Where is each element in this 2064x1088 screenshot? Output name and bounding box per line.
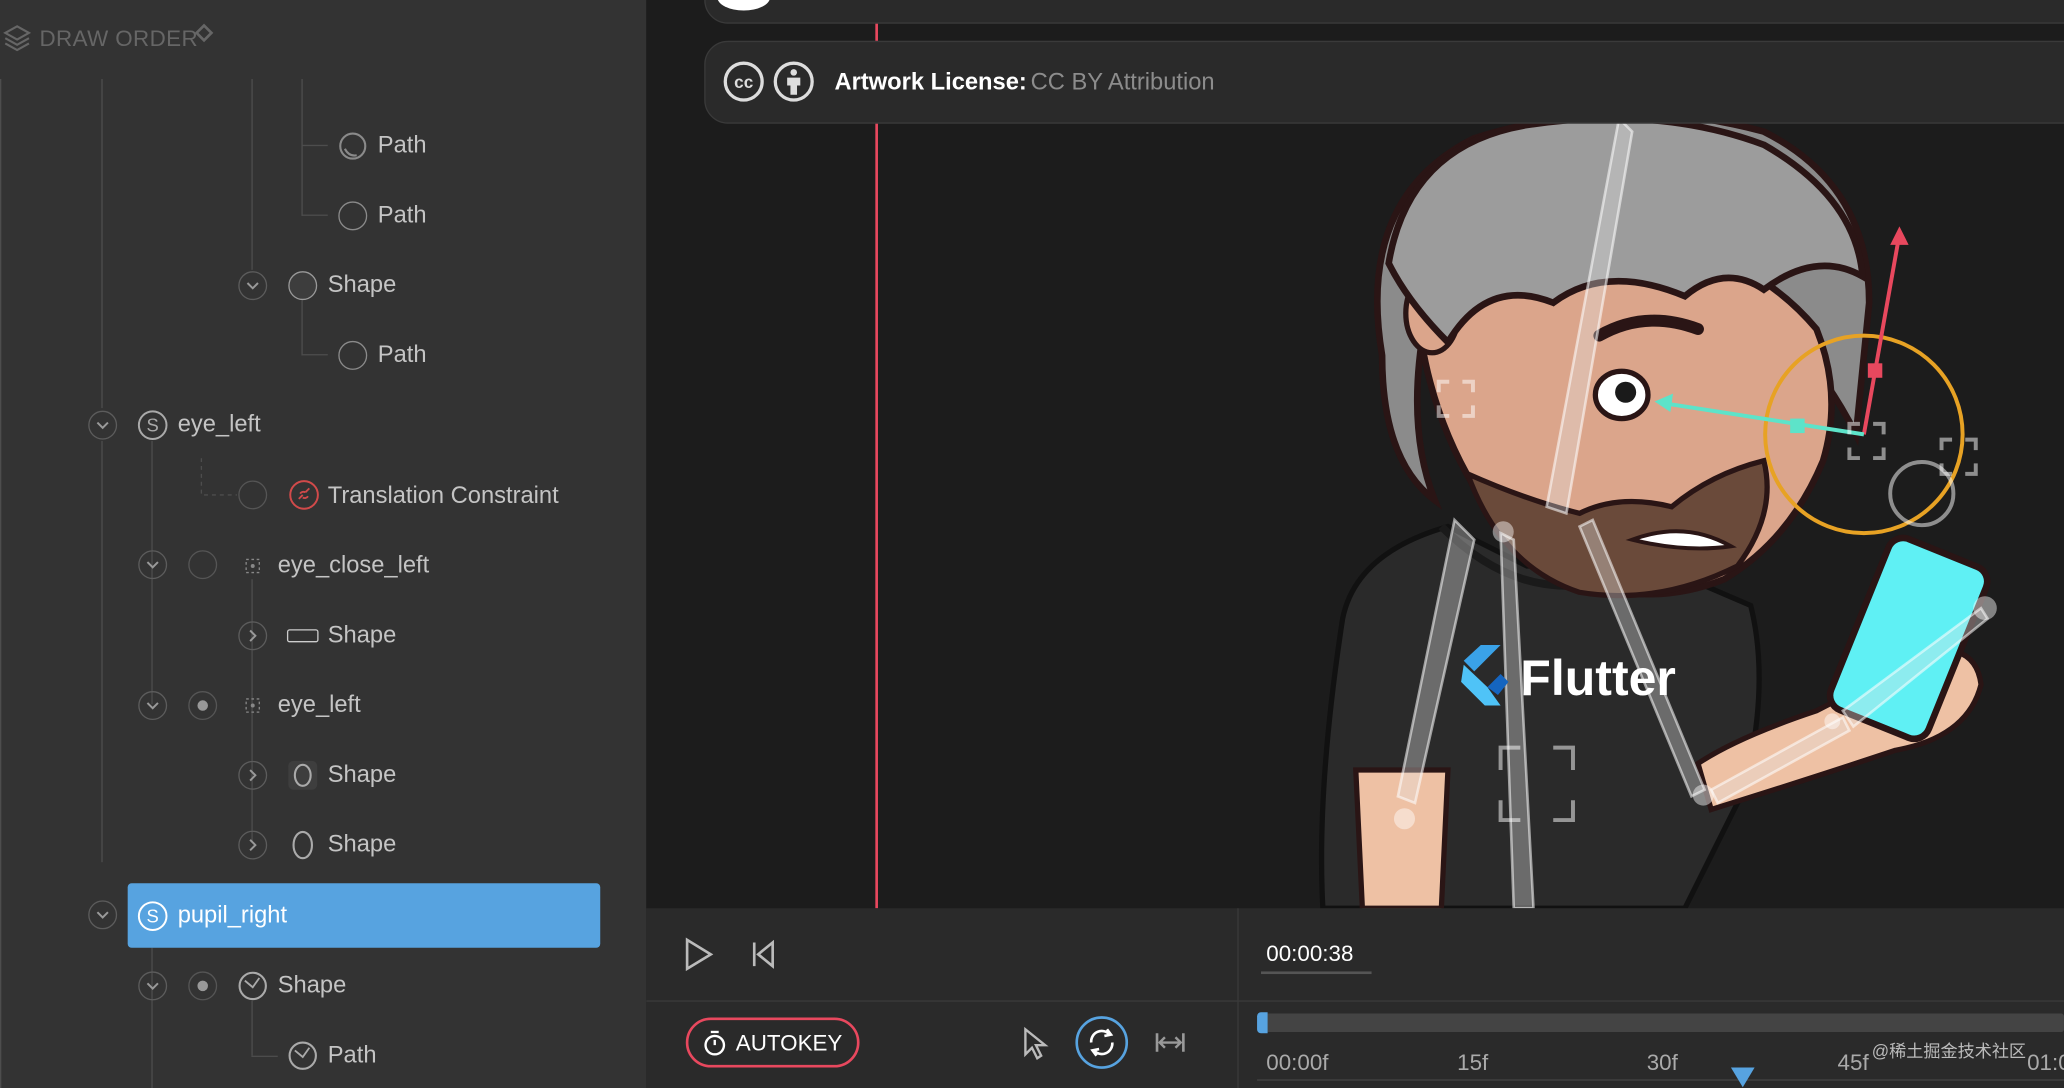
draw-order-title: DRAW ORDER — [39, 26, 199, 52]
collapse-toggle-icon[interactable] — [88, 900, 118, 930]
dashed-link — [200, 458, 237, 496]
cc-icon-text: cc — [734, 73, 754, 92]
solo-icon: S — [137, 409, 169, 447]
app-root: DRAW ORDER Path Path Shape Path S eye_le… — [0, 0, 2064, 1088]
tree-guide — [251, 1000, 253, 1056]
visibility-toggle[interactable] — [188, 691, 218, 721]
tree-label: Shape — [327, 830, 397, 857]
license-value[interactable]: CC BY Attribution — [1031, 68, 1215, 96]
loop-toggle-icon[interactable] — [1075, 1016, 1129, 1069]
tree-guide — [251, 1055, 278, 1057]
tree-label: Translation Constraint — [327, 481, 559, 509]
ruler-tick: 15f — [1457, 1050, 1489, 1076]
rectangle-shape-icon — [286, 629, 319, 643]
path-icon — [339, 132, 367, 160]
play-icon[interactable] — [683, 937, 715, 978]
autokey-button[interactable]: AUTOKEY — [685, 1017, 860, 1068]
autokey-label: AUTOKEY — [735, 1030, 843, 1056]
hierarchy-panel: DRAW ORDER Path Path Shape Path S eye_le… — [0, 0, 647, 1088]
tree-guide — [251, 78, 253, 270]
attribution-icon — [773, 61, 815, 110]
app-scale: DRAW ORDER Path Path Shape Path S eye_le… — [0, 0, 2064, 1088]
tree-label: Path — [377, 131, 427, 158]
tree-label: Path — [327, 1041, 377, 1068]
tree-label: Shape — [327, 621, 397, 648]
svg-text:S: S — [147, 415, 159, 436]
timeline-divider — [646, 1000, 2064, 1002]
tree-label: Path — [377, 201, 427, 228]
tree-label: Shape — [277, 971, 347, 998]
path-icon — [287, 1040, 319, 1078]
svg-text:S: S — [147, 906, 159, 927]
stopwatch-icon — [703, 1030, 727, 1064]
shirt-logo-text: Flutter — [1520, 650, 1676, 706]
constraint-icon — [288, 479, 320, 517]
range-start-handle[interactable] — [1257, 1012, 1268, 1034]
tree-label: Shape — [327, 760, 397, 788]
collapse-toggle-icon[interactable] — [88, 410, 118, 440]
creative-commons-icon: cc — [723, 61, 765, 110]
tree-label: eye_left — [277, 691, 361, 718]
expand-toggle-icon[interactable] — [238, 760, 268, 790]
current-time[interactable]: 00:00:38 — [1266, 941, 1353, 967]
shape-icon — [287, 829, 319, 867]
tree-guide — [151, 947, 153, 1088]
tree-row-path[interactable] — [0, 118, 646, 171]
cursor-tool-icon[interactable] — [1021, 1026, 1050, 1068]
node-icon — [242, 555, 263, 583]
ruler-tick: 01:0 — [2027, 1050, 2064, 1076]
time-underline — [1261, 971, 1372, 975]
shape-icon — [287, 760, 319, 798]
tree-label: eye_left — [177, 410, 261, 438]
rewind-icon[interactable] — [750, 939, 776, 976]
expand-toggle-icon[interactable] — [238, 830, 268, 860]
tree-row-path[interactable] — [0, 188, 646, 241]
tree-guide — [301, 300, 303, 356]
solo-icon: S — [137, 900, 169, 938]
character-illustration: Flutter — [1318, 110, 1997, 909]
tree-label: Shape — [327, 271, 397, 298]
playhead-marker[interactable] — [1730, 1066, 1756, 1088]
info-card — [704, 0, 2064, 24]
timeline-scrubber[interactable] — [1261, 1013, 2064, 1032]
visibility-toggle[interactable] — [188, 550, 218, 580]
shape-icon — [288, 271, 318, 301]
layers-icon — [3, 22, 32, 58]
license-label: Artwork License: — [834, 68, 1027, 95]
collapse-toggle-icon[interactable] — [238, 271, 268, 301]
tree-guide — [101, 440, 103, 863]
tree-guide — [301, 354, 328, 356]
expand-toggle-icon[interactable] — [238, 621, 268, 651]
fit-range-icon[interactable] — [1154, 1029, 1186, 1062]
path-icon — [338, 340, 368, 370]
ruler-baseline — [1257, 1079, 2064, 1081]
shape-icon — [237, 970, 269, 1008]
draw-order-header[interactable]: DRAW ORDER — [0, 18, 646, 60]
tree-label: pupil_right — [177, 901, 288, 928]
timeline-divider — [1237, 908, 1239, 1088]
tree-label: Path — [377, 340, 427, 368]
visibility-toggle[interactable] — [238, 480, 268, 510]
ruler-tick: 00:00f — [1266, 1050, 1329, 1076]
ruler-tick: 45f — [1837, 1050, 1869, 1076]
collapse-toggle-icon[interactable] — [138, 550, 168, 580]
tree-label: eye_close_left — [277, 551, 430, 578]
ruler-tick: 30f — [1646, 1050, 1678, 1076]
watermark: @稀土掘金技术社区 — [1871, 1041, 2027, 1061]
collapse-toggle-icon[interactable] — [138, 971, 168, 1001]
collapse-toggle-icon[interactable] — [138, 691, 168, 721]
visibility-toggle[interactable] — [188, 971, 218, 1001]
node-icon — [242, 695, 263, 723]
path-icon — [338, 201, 368, 231]
